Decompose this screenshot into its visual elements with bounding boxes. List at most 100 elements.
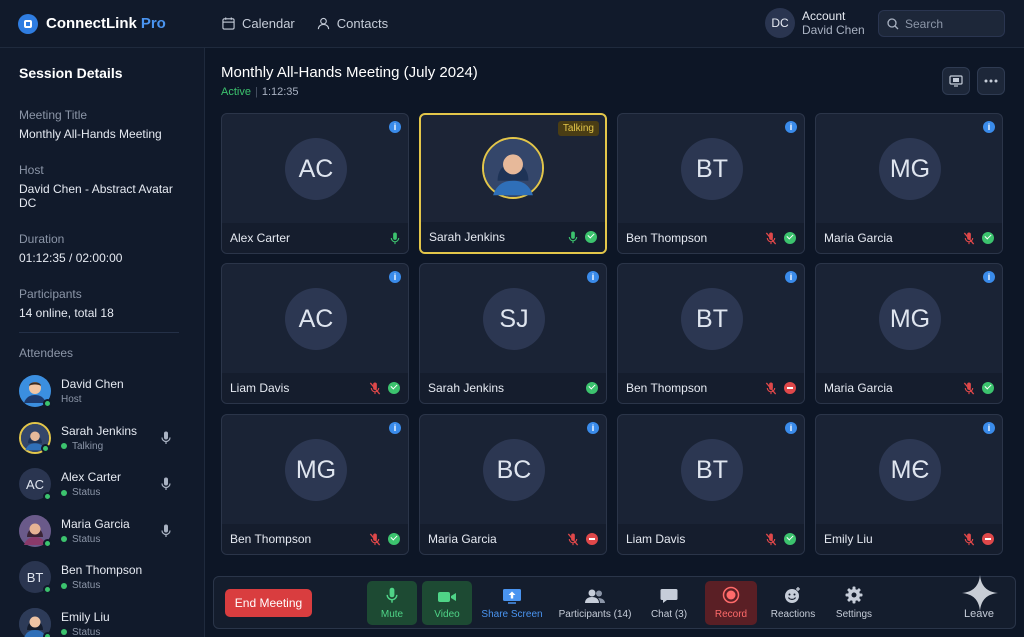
account-menu[interactable]: DC Account David Chen (765, 8, 865, 38)
share-screen-icon (503, 589, 521, 604)
participants-button[interactable]: Participants (14) (555, 581, 635, 625)
reactions-button[interactable]: Reactions (767, 581, 819, 625)
smiley-icon (785, 587, 800, 603)
tile-name-bar: Ben Thompson (618, 223, 804, 253)
microphone-muted-icon[interactable] (963, 231, 975, 245)
microphone-icon[interactable] (161, 477, 171, 491)
avatar-initials: BT (26, 569, 44, 585)
nav-contacts-label: Contacts (336, 16, 389, 31)
attendee-david-chen[interactable]: David Chen Host (19, 368, 185, 415)
attendee-status: Host (61, 394, 82, 406)
end-meeting-button[interactable]: End Meeting (225, 589, 312, 617)
attendee-name: David Chen (61, 377, 124, 392)
connected-check-icon (784, 232, 796, 244)
session-sidebar: Session Details Meeting Title Monthly Al… (0, 48, 205, 637)
tile-initials: MG (889, 154, 931, 183)
avatar (19, 514, 52, 548)
online-indicator (41, 443, 50, 453)
info-icon[interactable]: i (785, 271, 797, 283)
microphone-muted-icon[interactable] (963, 532, 975, 546)
info-icon[interactable]: i (785, 121, 797, 133)
nav-contacts[interactable]: Contacts (317, 16, 388, 31)
attendee-alex-carter[interactable]: AC Alex Carter Status (19, 461, 185, 508)
microphone-muted-icon[interactable] (567, 532, 579, 546)
record-button[interactable]: Record (705, 581, 757, 625)
record-label: Record (714, 609, 748, 620)
nav-calendar-label: Calendar (242, 16, 295, 31)
participant-tile[interactable]: i MЄ Emily Liu (815, 414, 1003, 555)
attendee-sarah-jenkins[interactable]: Sarah Jenkins Talking (19, 415, 185, 462)
microphone-icon[interactable] (161, 524, 171, 538)
avatar-initials: AC (25, 476, 45, 492)
tile-avatar: SJ (483, 288, 545, 350)
attendee-status: Status (72, 487, 101, 499)
participant-tile[interactable]: Talking Sarah Jenkins (419, 113, 607, 254)
info-icon[interactable]: i (389, 121, 401, 133)
participant-tile[interactable]: i AC Liam Davis (221, 263, 409, 404)
info-icon[interactable]: i (983, 121, 995, 133)
microphone-muted-icon[interactable] (369, 532, 381, 546)
participant-tile[interactable]: i AC Alex Carter (221, 113, 409, 254)
microphone-muted-icon[interactable] (369, 381, 381, 395)
participant-tile[interactable]: i MG Maria Garcia (815, 113, 1003, 254)
tile-avatar: BT (681, 439, 743, 501)
blocked-icon (586, 533, 598, 545)
attendee-ben-thompson[interactable]: BT Ben Thompson Status (19, 554, 185, 601)
sidebar-title: Session Details (19, 65, 123, 81)
attendee-status: Talking (72, 440, 104, 452)
info-icon[interactable]: i (389, 422, 401, 434)
participant-tile[interactable]: i SJ Sarah Jenkins (419, 263, 607, 404)
mute-button[interactable]: Mute (367, 581, 417, 625)
participants-icon (585, 589, 605, 603)
search-icon (887, 17, 899, 29)
tile-initials: BT (696, 304, 728, 333)
microphone-icon[interactable] (568, 230, 578, 244)
info-icon[interactable]: i (389, 271, 401, 283)
avatar (19, 421, 51, 454)
screen-layout-button[interactable] (942, 67, 970, 95)
more-options-button[interactable] (977, 67, 1005, 95)
tile-name: Sarah Jenkins (429, 230, 506, 244)
reactions-label: Reactions (770, 609, 816, 620)
share-screen-button[interactable]: Share Screen (480, 581, 544, 625)
microphone-muted-icon[interactable] (765, 231, 777, 245)
tile-name-bar: Ben Thompson (222, 524, 408, 554)
info-icon[interactable]: i (983, 271, 995, 283)
microphone-muted-icon[interactable] (765, 381, 777, 395)
participant-tile[interactable]: i MG Ben Thompson (221, 414, 409, 555)
connected-check-icon (784, 533, 796, 545)
settings-button[interactable]: Settings (831, 581, 877, 625)
tile-avatar: MЄ (879, 439, 941, 501)
attendee-emily-liu[interactable]: Emily Liu Status (19, 601, 185, 637)
search-box[interactable] (878, 10, 1005, 37)
online-indicator (43, 631, 52, 637)
microphone-muted-icon[interactable] (765, 532, 777, 546)
participant-tile[interactable]: i BC Maria Garcia (419, 414, 607, 555)
microphone-icon[interactable] (390, 231, 400, 245)
search-input[interactable] (905, 16, 995, 31)
tile-avatar: AC (285, 138, 347, 200)
video-button[interactable]: Video (422, 581, 472, 625)
tile-name: Ben Thompson (626, 381, 708, 395)
participant-tile[interactable]: i BT Ben Thompson (617, 113, 805, 254)
info-icon[interactable]: i (983, 422, 995, 434)
participant-tile[interactable]: i MG Maria Garcia (815, 263, 1003, 404)
info-icon[interactable]: i (785, 422, 797, 434)
attendee-name: Sarah Jenkins (61, 423, 138, 438)
info-icon[interactable]: i (587, 271, 599, 283)
field-value-meeting-title: Monthly All-Hands Meeting (19, 127, 162, 141)
participant-tile[interactable]: i BT Liam Davis (617, 414, 805, 555)
chat-button[interactable]: Chat (3) (645, 581, 693, 625)
info-icon[interactable]: i (587, 422, 599, 434)
nav-calendar[interactable]: Calendar (222, 16, 295, 31)
attendee-name: Emily Liu (61, 609, 110, 624)
gear-icon (845, 586, 863, 604)
participant-tile[interactable]: i BT Ben Thompson (617, 263, 805, 404)
attendee-maria-garcia[interactable]: Maria Garcia Status (19, 508, 185, 555)
tile-avatar: BT (681, 138, 743, 200)
microphone-icon[interactable] (161, 431, 171, 445)
microphone-muted-icon[interactable] (963, 381, 975, 395)
attendee-status: Status (72, 533, 101, 545)
meeting-status: Active | 1:12:35 (221, 86, 299, 98)
brand[interactable]: ConnectLink Pro (18, 13, 208, 34)
